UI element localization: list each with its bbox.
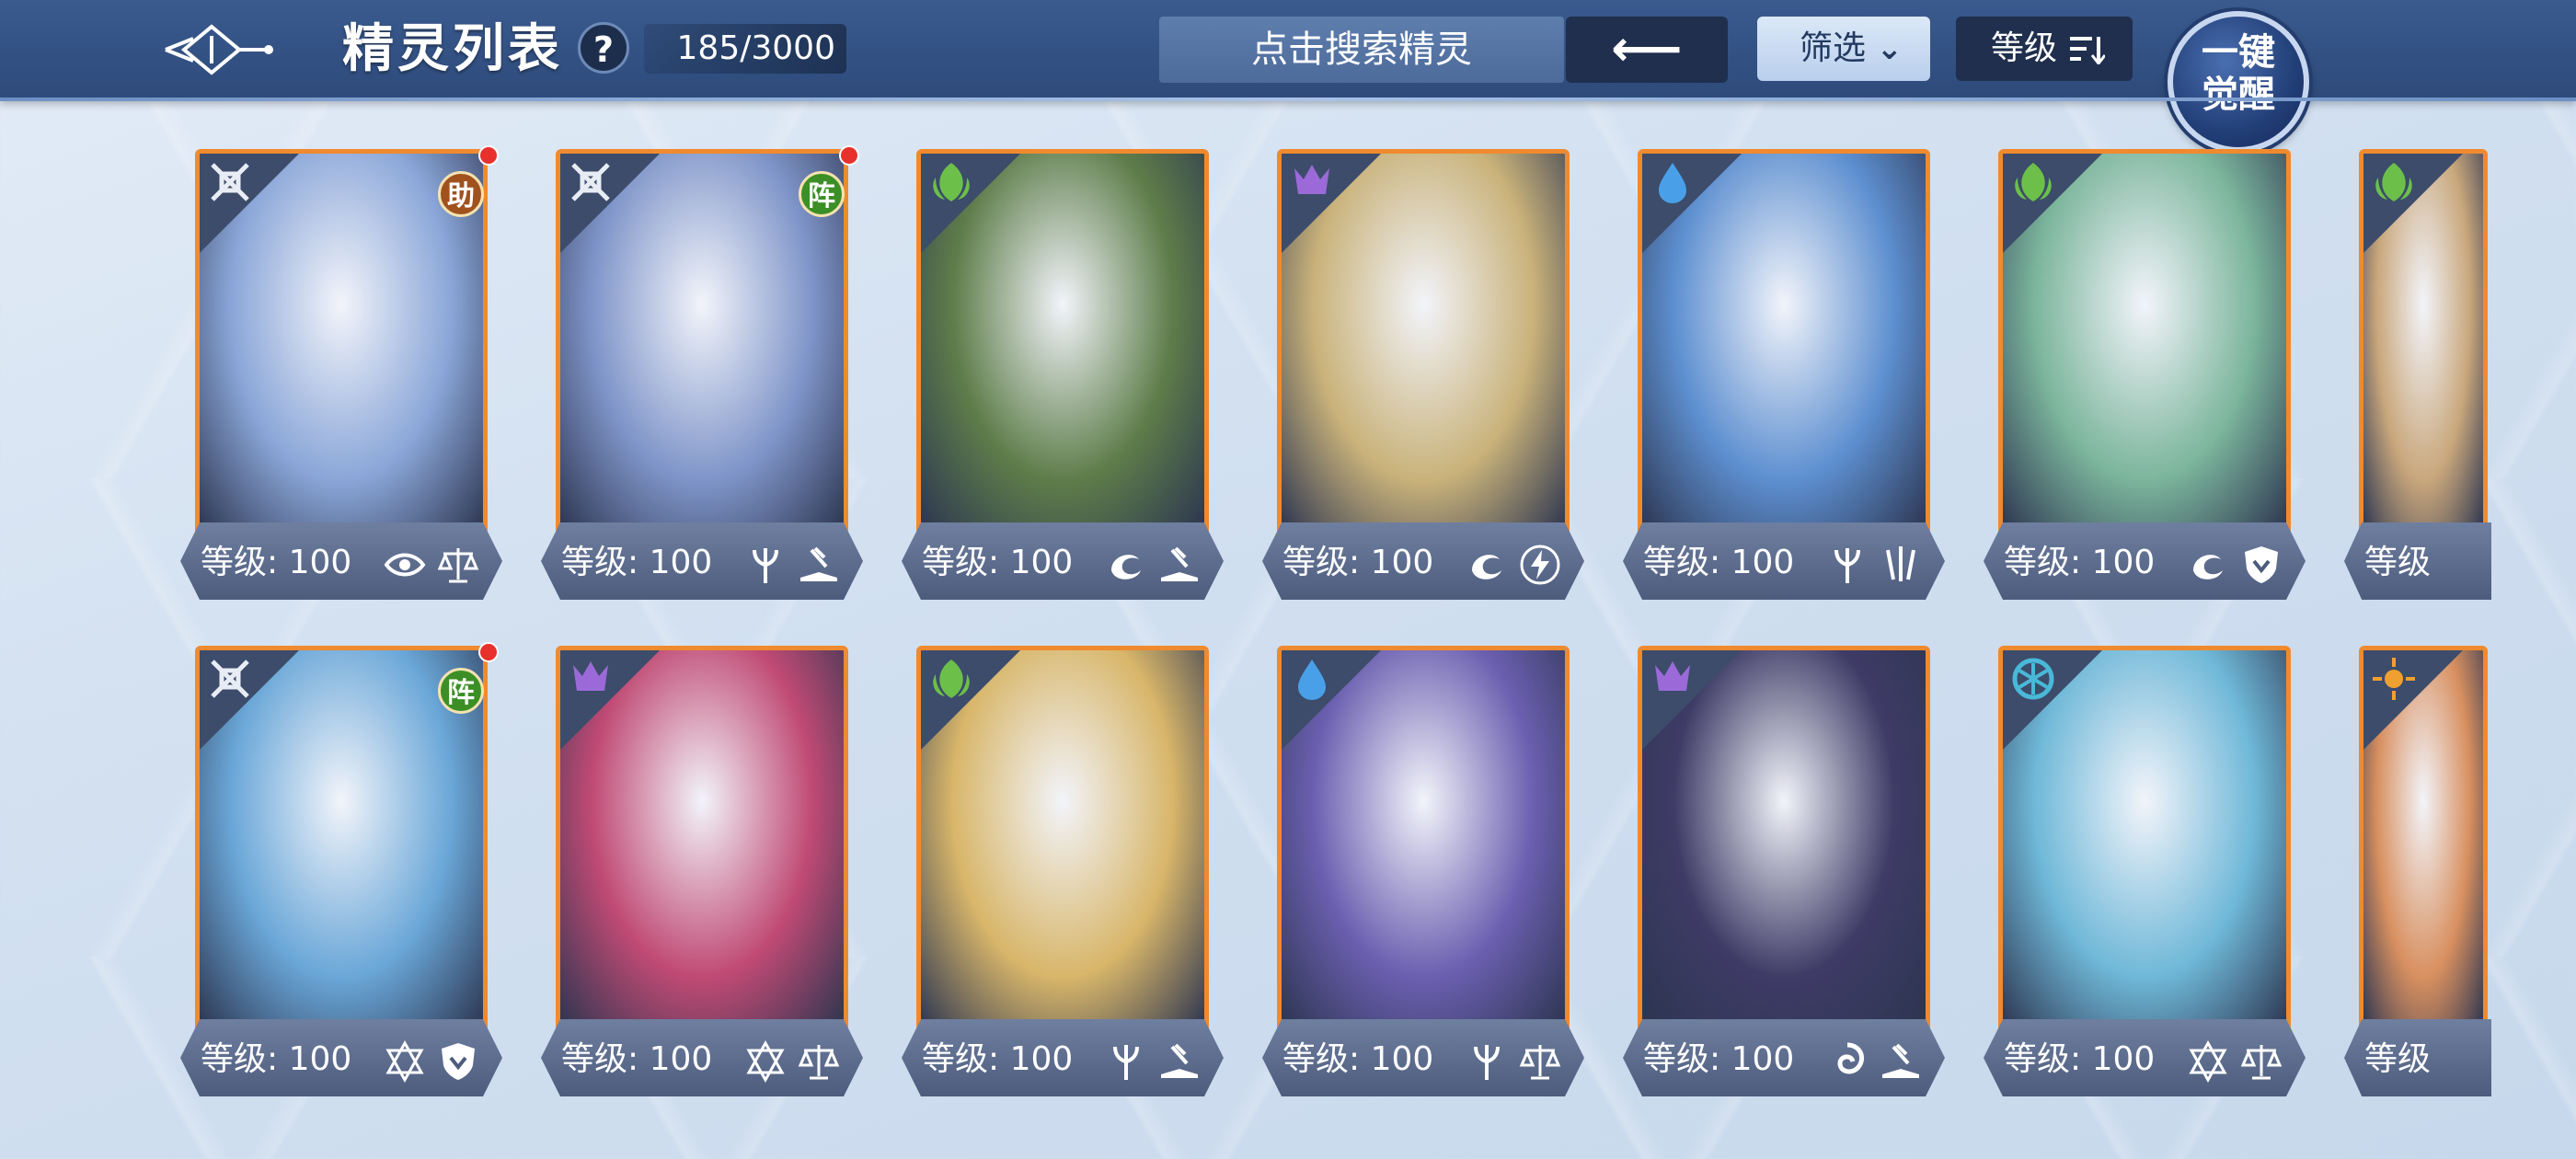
lightning-icon [1518,543,1562,587]
scale-icon [797,1039,841,1084]
demon-icon [1648,654,1697,704]
spirit-card[interactable]: 等级: 100 [1262,646,1584,1096]
eye-icon [383,543,427,587]
level-sort-label: 等级 [1991,29,2058,67]
hexagram-icon [743,1039,788,1084]
level-text: 等级: 100 [561,1040,713,1078]
leaf-icon [926,157,976,207]
spirit-card[interactable]: 等级: 100 [902,149,1224,600]
formation-badge: 阵 [438,668,484,714]
one-click-awaken-button[interactable]: 一键 觉醒 [2168,11,2309,153]
level-text: 等级 [2364,544,2432,581]
spirit-card[interactable]: 等级: 100 [1623,149,1945,600]
trident-icon [743,543,788,587]
card-frame [916,149,1209,535]
level-text: 等级: 100 [1643,544,1795,581]
spirit-card[interactable]: 等级: 100 [1623,646,1945,1096]
demon-icon [1287,157,1337,207]
assist-badge: 助 [438,171,484,217]
notification-dot [478,642,499,662]
level-text: 等级: 100 [2004,544,2156,581]
level-text: 等级: 100 [922,1040,1074,1078]
card-frame [1998,646,2291,1032]
spirit-card[interactable]: 等级: 100 [1262,149,1584,600]
spirit-card[interactable]: 等级: 100 [1984,646,2306,1096]
water-icon [1287,654,1337,704]
top-bar: 精灵列表 ? 185/3000 点击搜索精灵 ⟵ 筛选 ⌄ 等级 一键 觉醒 [0,0,2576,153]
card-frame [916,646,1209,1032]
level-text: 等级: 100 [2004,1040,2156,1078]
dragon-icon [1465,543,1509,587]
spirit-card[interactable]: 阵等级: 100 [180,642,502,1096]
sort-descending-icon [2070,37,2105,64]
spirit-card[interactable]: 阵等级: 100 [541,145,863,600]
book-icon [1879,1039,1923,1084]
sun-icon [2369,654,2419,704]
scale-icon [1518,1039,1562,1084]
spirit-card[interactable]: 等级 [2344,646,2576,1096]
level-text: 等级 [2364,1040,2432,1078]
back-button[interactable]: ⟵ [1566,17,1728,83]
card-frame [556,646,848,1032]
search-input[interactable]: 点击搜索精灵 [1159,17,1564,83]
scale-icon [436,543,480,587]
neutral-icon [205,157,255,207]
spirit-card[interactable]: 等级: 100 [541,646,863,1096]
filter-button[interactable]: 筛选 ⌄ [1757,17,1930,81]
leaf-icon [926,654,976,704]
page-title: 精灵列表 [342,19,563,79]
leaf-icon [2008,157,2058,207]
spirit-card[interactable]: 助等级: 100 [180,145,502,600]
level-text: 等级: 100 [201,1040,352,1078]
swirl-icon [1825,1039,1869,1084]
trident-icon [1104,1039,1148,1084]
card-frame [1638,646,1930,1032]
leaf-icon [2369,157,2419,207]
level-text: 等级: 100 [922,544,1074,581]
shield-icon [436,1039,480,1084]
demon-icon [566,654,615,704]
card-frame [1277,149,1570,535]
notification-dot [839,145,859,166]
notification-dot [478,145,499,166]
spirit-card[interactable]: 等级 [2344,149,2576,600]
wind-icon [2008,654,2058,704]
level-sort-button[interactable]: 等级 [1956,17,2133,81]
card-frame [2359,646,2488,1032]
dragon-icon [2186,543,2230,587]
trident-icon [1465,1039,1509,1084]
double-chevron-down-icon: ⌄ [1876,30,1903,67]
hexagram-icon [2186,1039,2230,1084]
card-frame [1638,149,1930,535]
awaken-label-2: 觉醒 [2202,74,2275,116]
shield-icon [2239,543,2283,587]
dragon-icon [1104,543,1148,587]
neutral-icon [566,157,615,207]
spirit-card[interactable]: 等级: 100 [902,646,1224,1096]
level-text: 等级: 100 [561,544,713,581]
trident-icon [1825,543,1869,587]
spirit-card[interactable]: 等级: 100 [1984,149,2306,600]
filter-label: 筛选 [1800,29,1867,67]
formation-badge: 阵 [799,171,845,217]
water-icon [1648,157,1697,207]
card-frame [1277,646,1570,1032]
card-frame [2359,149,2488,535]
book-icon [1157,1039,1202,1084]
book-icon [797,543,841,587]
neutral-icon [205,654,255,704]
level-text: 等级: 100 [1282,1040,1434,1078]
scale-icon [2239,1039,2283,1084]
hexagram-icon [383,1039,427,1084]
level-text: 等级: 100 [201,544,352,581]
claw-icon [1879,543,1923,587]
help-button[interactable]: ? [578,22,629,74]
card-frame [1998,149,2291,535]
spirit-count: 185/3000 [644,24,846,74]
level-text: 等级: 100 [1282,544,1434,581]
level-text: 等级: 100 [1643,1040,1795,1078]
awaken-label-1: 一键 [2202,31,2275,74]
book-icon [1157,543,1202,587]
emblem-icon [165,24,273,75]
